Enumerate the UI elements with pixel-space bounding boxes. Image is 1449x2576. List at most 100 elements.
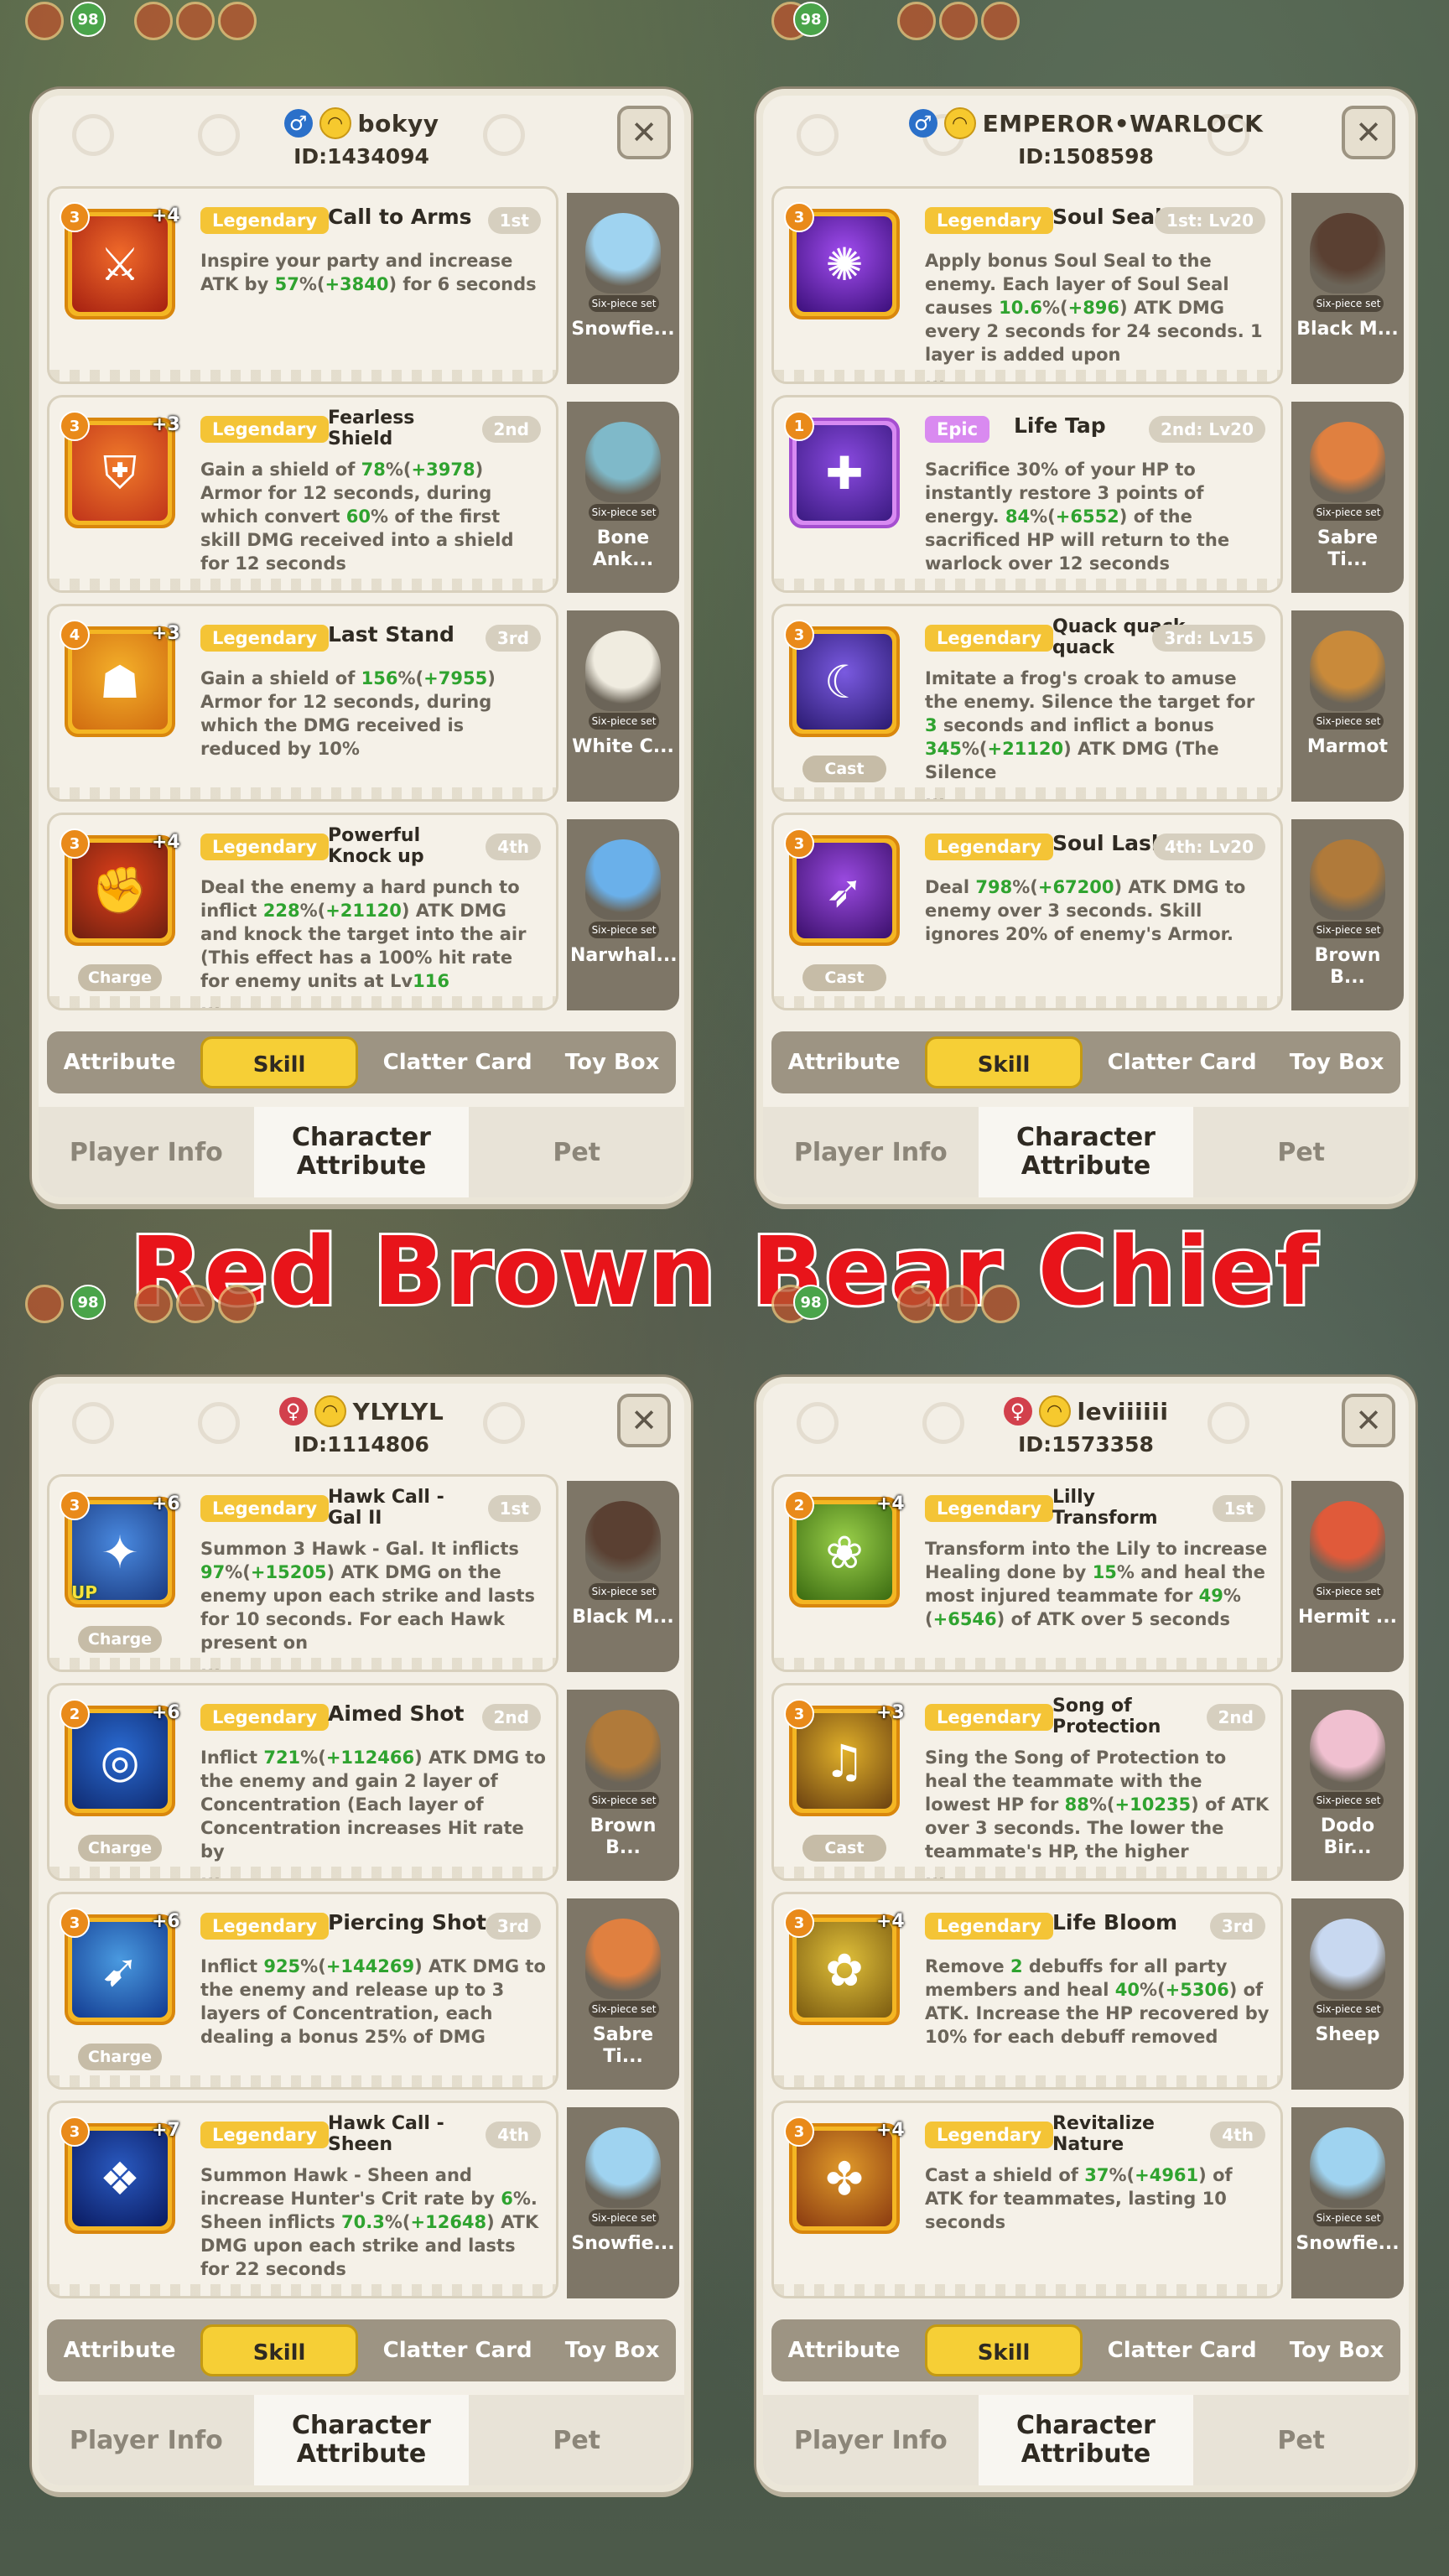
pet-slot[interactable]: Six-piece set Sabre Ti... <box>1291 402 1404 593</box>
skill-name: Piercing Shot <box>328 1910 486 1935</box>
pet-slot[interactable]: Six-piece set Dodo Bir... <box>1291 1690 1404 1881</box>
tab-skill[interactable]: Skill <box>200 2324 359 2376</box>
bottom-tab-pet[interactable]: Pet <box>469 2395 684 2485</box>
skill-order-badge: 1st <box>1212 1495 1265 1522</box>
skill-card[interactable]: ⛨ 3 +3 Legendary Fearless Shield 2nd Gain a sh… <box>47 395 679 593</box>
tab-toy-box[interactable]: Toy Box <box>557 1036 668 1088</box>
skill-card[interactable]: ☾ 3 Cast Legendary Quack quack quack 3rd: Lv1… <box>771 604 1404 802</box>
bottom-tab-pet[interactable]: Pet <box>469 1107 684 1197</box>
player-id: ID:1508598 <box>1018 144 1154 169</box>
skill-order-badge: 3rd <box>1209 1913 1265 1940</box>
skill-card[interactable]: ✊ 3 +4 Charge Legendary Powerful Knock up 4th D… <box>47 813 679 1010</box>
panel-header: ♀ ◠ leviiiiii ID:1573358 ✕ <box>763 1384 1409 1476</box>
tab-attribute[interactable]: Attribute <box>55 1036 184 1088</box>
pet-slot[interactable]: Six-piece set Black M... <box>567 1481 679 1672</box>
tab-toy-box[interactable]: Toy Box <box>1281 1036 1393 1088</box>
skill-card[interactable]: ➹ 3 +6 Charge Legendary Piercing Shot 3rd Infli… <box>47 1892 679 2090</box>
skill-enhance-badge: +4 <box>876 1911 905 1932</box>
bottom-tab-player-info[interactable]: Player Info <box>763 2395 979 2485</box>
pet-slot[interactable]: Six-piece set White C... <box>567 610 679 802</box>
bottom-tab-character-attribute[interactable]: Character Attribute <box>978 2395 1194 2485</box>
skill-card[interactable]: ➶ 3 Cast Legendary Soul Lash 4th: Lv20 Deal 79… <box>771 813 1404 1010</box>
set-tag: Six-piece set <box>1313 1583 1384 1600</box>
skill-card[interactable]: ✿ 3 +4 Legendary Life Bloom 3rd Remove 2 debuf… <box>771 1892 1404 2090</box>
pet-slot[interactable]: Six-piece set Black M... <box>1291 193 1404 384</box>
pet-slot[interactable]: Six-piece set Snowfie... <box>1291 2107 1404 2298</box>
pet-slot[interactable]: Six-piece set Brown B... <box>567 1690 679 1881</box>
pet-slot[interactable]: Six-piece set Hermit ... <box>1291 1481 1404 1672</box>
stat-value: +5306 <box>1165 1980 1229 2000</box>
hud-icon <box>176 2 215 40</box>
close-button[interactable]: ✕ <box>1342 1394 1395 1447</box>
skill-card[interactable]: ✚ 1 Epic Life Tap 2nd: Lv20 Sacrifice 30% of … <box>771 395 1404 593</box>
skill-card[interactable]: ❀ 2 +4 Legendary Lilly Transform 1st Transform… <box>771 1474 1404 1672</box>
skill-card[interactable]: ✤ 3 +4 Legendary Revitalize Nature 4th Cast a … <box>771 2101 1404 2298</box>
tab-attribute[interactable]: Attribute <box>55 2324 184 2376</box>
pet-avatar <box>1310 631 1385 711</box>
pet-name: Sheep <box>1315 2024 1380 2045</box>
level-badge: 98 <box>70 2 106 37</box>
pet-avatar <box>585 631 661 711</box>
tab-toy-box[interactable]: Toy Box <box>557 2324 668 2376</box>
tab-clatter-card[interactable]: Clatter Card <box>1099 2324 1265 2376</box>
bottom-tab-character-attribute[interactable]: Character Attribute <box>253 1107 470 1197</box>
pet-avatar <box>1310 839 1385 920</box>
pet-slot[interactable]: Six-piece set Sabre Ti... <box>567 1898 679 2090</box>
bottom-tab-player-info[interactable]: Player Info <box>763 1107 979 1197</box>
tab-toy-box[interactable]: Toy Box <box>1281 2324 1393 2376</box>
bottom-tab-player-info[interactable]: Player Info <box>39 2395 254 2485</box>
skill-order-badge: 3rd <box>485 1913 541 1940</box>
pet-slot[interactable]: Six-piece set Narwhal... <box>567 819 679 1010</box>
rarity-badge: Legendary <box>200 625 330 652</box>
skill-card[interactable]: ✺ 3 Legendary Soul Seal 1st: Lv20 Apply bonus… <box>771 186 1404 384</box>
tab-attribute[interactable]: Attribute <box>780 2324 909 2376</box>
stat-value: +10235 <box>1114 1794 1192 1815</box>
tab-skill[interactable]: Skill <box>200 1036 359 1088</box>
skill-card[interactable]: ✦ 3 +6 UP Charge Legendary Hawk Call - Gal II 1… <box>47 1474 679 1672</box>
player-id: ID:1434094 <box>293 144 429 169</box>
pet-name: Black M... <box>572 1607 674 1628</box>
skill-card[interactable]: ♫ 3 +3 Cast Legendary Song of Protection 2nd Si… <box>771 1683 1404 1881</box>
description-text: %( <box>300 1748 326 1768</box>
tab-clatter-card[interactable]: Clatter Card <box>375 2324 541 2376</box>
skill-glyph-icon: ❖ <box>72 2131 168 2226</box>
close-icon: ✕ <box>631 1402 657 1439</box>
skill-enhance-badge: +4 <box>876 2120 905 2141</box>
description-text: %( <box>397 668 424 688</box>
skill-card[interactable]: ⚔ 3 +4 Legendary Call to Arms 1st Inspire your… <box>47 186 679 384</box>
skill-description: Inflict 721%(+112466) ATK DMG to the ene… <box>200 1746 546 1878</box>
skill-type-pill: Cast <box>802 756 886 782</box>
set-tag: Six-piece set <box>589 295 659 312</box>
close-button[interactable]: ✕ <box>617 106 671 159</box>
close-button[interactable]: ✕ <box>617 1394 671 1447</box>
pet-slot[interactable]: Six-piece set Snowfie... <box>567 2107 679 2298</box>
tab-clatter-card[interactable]: Clatter Card <box>375 1036 541 1088</box>
female-icon: ♀ <box>1003 1397 1032 1426</box>
tab-skill[interactable]: Skill <box>924 2324 1083 2376</box>
pet-slot[interactable]: Six-piece set Brown B... <box>1291 819 1404 1010</box>
pet-slot[interactable]: Six-piece set Bone Ank... <box>567 402 679 593</box>
tab-skill[interactable]: Skill <box>924 1036 1083 1088</box>
tab-clatter-card[interactable]: Clatter Card <box>1099 1036 1265 1088</box>
bottom-tab-character-attribute[interactable]: Character Attribute <box>253 2395 470 2485</box>
close-button[interactable]: ✕ <box>1342 106 1395 159</box>
description-text: %( <box>1012 877 1038 897</box>
skill-card[interactable]: ◎ 2 +6 Charge Legendary Aimed Shot 2nd Inflict … <box>47 1683 679 1881</box>
hud-icon <box>134 2 173 40</box>
description-text: %( <box>1109 2165 1135 2185</box>
bottom-tab-character-attribute[interactable]: Character Attribute <box>978 1107 1194 1197</box>
bottom-tab-player-info[interactable]: Player Info <box>39 1107 254 1197</box>
skill-order-badge: 1st: Lv20 <box>1155 207 1265 234</box>
skill-level-badge: 3 <box>784 202 814 232</box>
bottom-tab-pet[interactable]: Pet <box>1193 2395 1409 2485</box>
pet-slot[interactable]: Six-piece set Snowfie... <box>567 193 679 384</box>
bottom-tab-pet[interactable]: Pet <box>1193 1107 1409 1197</box>
pet-slot[interactable]: Six-piece set Marmot <box>1291 610 1404 802</box>
skill-description: Deal the enemy a hard punch to inflict 2… <box>200 875 546 1008</box>
tab-attribute[interactable]: Attribute <box>780 1036 909 1088</box>
skill-card[interactable]: ☗ 4 +3 Legendary Last Stand 3rd Gain a shield … <box>47 604 679 802</box>
pet-slot[interactable]: Six-piece set Sheep <box>1291 1898 1404 2090</box>
skill-card[interactable]: ❖ 3 +7 Legendary Hawk Call - Sheen 4th Summon … <box>47 2101 679 2298</box>
skill-main: ➶ 3 Cast Legendary Soul Lash 4th: Lv20 Deal 79… <box>771 813 1283 1010</box>
description-text: %( <box>299 901 326 921</box>
